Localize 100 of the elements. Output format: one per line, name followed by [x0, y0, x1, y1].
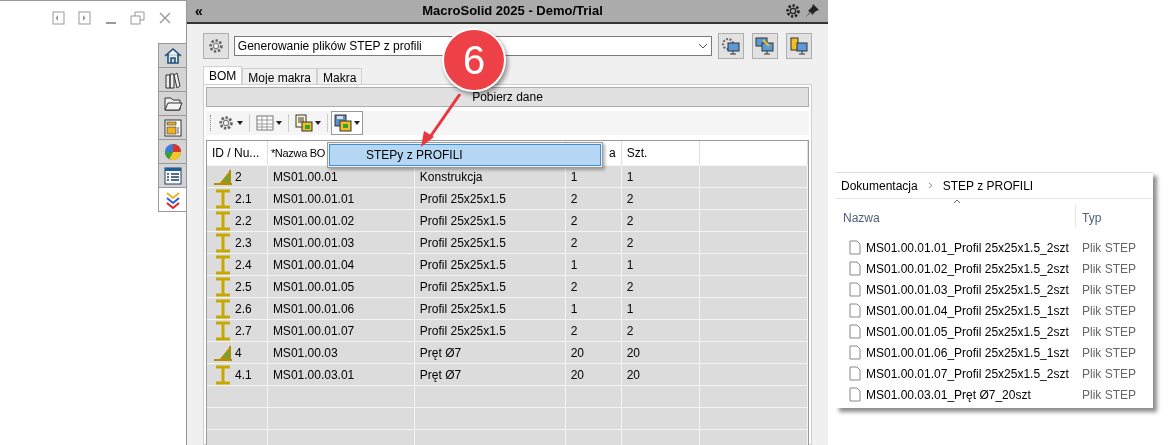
file-icon	[849, 366, 861, 381]
table-cell-text: 2	[626, 278, 634, 296]
file-name[interactable]: MS01.00.01.05_Profil 25x25x1.5_2szt	[866, 322, 1069, 341]
table-cell-text: MS01.00.03.01	[272, 366, 355, 384]
file-name[interactable]: MS01.00.01.03_Profil 25x25x1.5_2szt	[866, 280, 1069, 299]
file-type: Plik STEP	[1082, 239, 1136, 257]
file-name[interactable]: MS01.00.03.01_Pręt Ø7_20szt	[866, 385, 1031, 404]
list-icon	[162, 165, 183, 186]
table-row[interactable]: 2.6 MS01.00.01.06 Profil 25x25x1.5 1 1	[207, 297, 808, 319]
table-cell-text: Profil 25x25x1.5	[419, 300, 506, 318]
caret-icon	[315, 121, 321, 125]
collapse-icon[interactable]: «	[195, 0, 211, 22]
books-icon	[162, 69, 183, 90]
file-icon	[849, 324, 861, 339]
side-tab[interactable]	[159, 68, 186, 92]
column-header[interactable]: Typ	[1076, 209, 1102, 227]
table-row[interactable]: 2.2 MS01.00.01.02 Profil 25x25x1.5 2 2	[207, 209, 808, 231]
monitor-transfer-icon	[755, 37, 775, 55]
table-cell-text: MS01.00.01.01	[272, 190, 355, 208]
monitor-document-icon	[789, 37, 809, 55]
toolbar-dropdown[interactable]	[292, 111, 324, 135]
file-type: Plik STEP	[1082, 365, 1136, 383]
table-row[interactable]: 4.1 MS01.00.03.01 Pręt Ø7 20 20	[207, 363, 808, 385]
table-row[interactable]: 2.5 MS01.00.01.05 Profil 25x25x1.5 2 2	[207, 275, 808, 297]
table-cell-text: 4	[235, 344, 242, 362]
table-cell-text: 1	[626, 300, 634, 318]
home-icon	[162, 45, 183, 66]
monitor-transfer-button[interactable]	[752, 33, 778, 59]
table-cell-text: 1	[570, 300, 578, 318]
file-name[interactable]: MS01.00.01.02_Profil 25x25x1.5_2szt	[866, 259, 1069, 278]
side-tab[interactable]	[159, 116, 186, 140]
table-cell-text: Profil 25x25x1.5	[419, 234, 506, 252]
table-cell-text: MS01.00.01.02	[272, 212, 355, 230]
side-tab[interactable]	[159, 140, 186, 164]
tab[interactable]: BOM	[203, 66, 243, 84]
breadcrumb-item[interactable]: Dokumentacja	[841, 176, 918, 195]
table-row[interactable]: 2.3 MS01.00.01.03 Profil 25x25x1.5 2 2	[207, 231, 808, 253]
table-row[interactable]: 2.4 MS01.00.01.04 Profil 25x25x1.5 1 1	[207, 253, 808, 275]
file-name[interactable]: MS01.00.01.06_Profil 25x25x1.5_1szt	[866, 343, 1069, 362]
window-title: MacroSolid 2025 - Demo/Trial	[421, 2, 604, 21]
chevron-right-icon	[927, 182, 933, 189]
table-cell-text: 1	[570, 168, 578, 186]
table-row[interactable]: 4 MS01.00.03 Pręt Ø7 20 20	[207, 341, 808, 363]
tab[interactable]: Moje makra	[242, 68, 318, 84]
layout-icon	[162, 117, 183, 138]
table-cell-text: Konstrukcja	[419, 168, 483, 186]
breadcrumb-item[interactable]: STEP z PROFILI	[942, 176, 1034, 195]
file-icon	[849, 282, 861, 297]
settings-icon[interactable]	[784, 2, 802, 20]
table-cell-text: Profil 25x25x1.5	[419, 190, 506, 208]
column-header[interactable]: Nazwa	[843, 211, 880, 225]
table-cell-text: 2	[235, 168, 242, 186]
file-type: Plik STEP	[1082, 281, 1136, 299]
table-cell-text: 20	[570, 344, 585, 362]
side-tab[interactable]	[159, 164, 186, 188]
table-cell-text: 2.1	[235, 190, 252, 208]
file-name[interactable]: MS01.00.01.04_Profil 25x25x1.5_1szt	[866, 301, 1069, 320]
table-cell-text: Pręt Ø7	[419, 344, 462, 362]
table-cell-text: 2	[570, 234, 578, 252]
caret-icon	[276, 121, 282, 125]
table-cell-text: Pręt Ø7	[419, 366, 462, 384]
table-cell-text: Profil 25x25x1.5	[419, 322, 506, 340]
table-cell-text: 2.2	[235, 212, 252, 230]
settings-button[interactable]	[203, 33, 229, 59]
callout-arrow	[420, 94, 462, 148]
caret-icon	[237, 121, 243, 125]
fetch-data-button[interactable]: Pobierz dane	[206, 87, 809, 107]
monitor-gear-button[interactable]	[718, 33, 744, 59]
table-cell-text: MS01.00.01.04	[272, 256, 355, 274]
table-cell-text: Profil 25x25x1.5	[419, 256, 506, 274]
table-row[interactable]: 2.1 MS01.00.01.01 Profil 25x25x1.5 2 2	[207, 187, 808, 209]
monitor-gear-icon	[721, 37, 741, 55]
file-type: Plik STEP	[1082, 386, 1136, 404]
monitor-document-button[interactable]	[786, 33, 812, 59]
table-cell-text: 2	[570, 212, 578, 230]
assembly-icon	[212, 167, 234, 186]
table-cell-text: 20	[626, 366, 641, 384]
table-row[interactable]: 2 MS01.00.01 Konstrukcja 1 1	[207, 165, 808, 187]
table-row[interactable]: 2.7 MS01.00.01.07 Profil 25x25x1.5 2 2	[207, 319, 808, 341]
side-tab[interactable]	[159, 92, 186, 116]
caret-icon	[354, 121, 360, 125]
table-cell-text: 2	[570, 278, 578, 296]
chevron-down-icon	[698, 43, 708, 49]
table-cell-text: 2.4	[235, 256, 252, 274]
dock-right-icon[interactable]	[78, 11, 92, 25]
sort-caret-icon	[953, 199, 961, 204]
file-icon	[849, 387, 861, 402]
close-icon[interactable]	[158, 11, 172, 25]
table-cell-text: 2	[570, 190, 578, 208]
toolbar-dropdown[interactable]	[331, 111, 363, 135]
tab[interactable]: Makra	[317, 68, 363, 84]
table-cell-text: 2.7	[235, 322, 252, 340]
menu-item[interactable]: STEPy z PROFILI	[329, 144, 601, 166]
table-cell-text: 2.3	[235, 234, 252, 252]
pin-icon[interactable]	[804, 3, 820, 19]
file-name[interactable]: MS01.00.01.01_Profil 25x25x1.5_2szt	[866, 238, 1069, 257]
file-name[interactable]: MS01.00.01.07_Profil 25x25x1.5_2szt	[866, 364, 1069, 383]
dock-left-icon[interactable]	[52, 11, 66, 25]
side-tab[interactable]	[159, 44, 186, 68]
table-cell-text: 2	[626, 212, 634, 230]
